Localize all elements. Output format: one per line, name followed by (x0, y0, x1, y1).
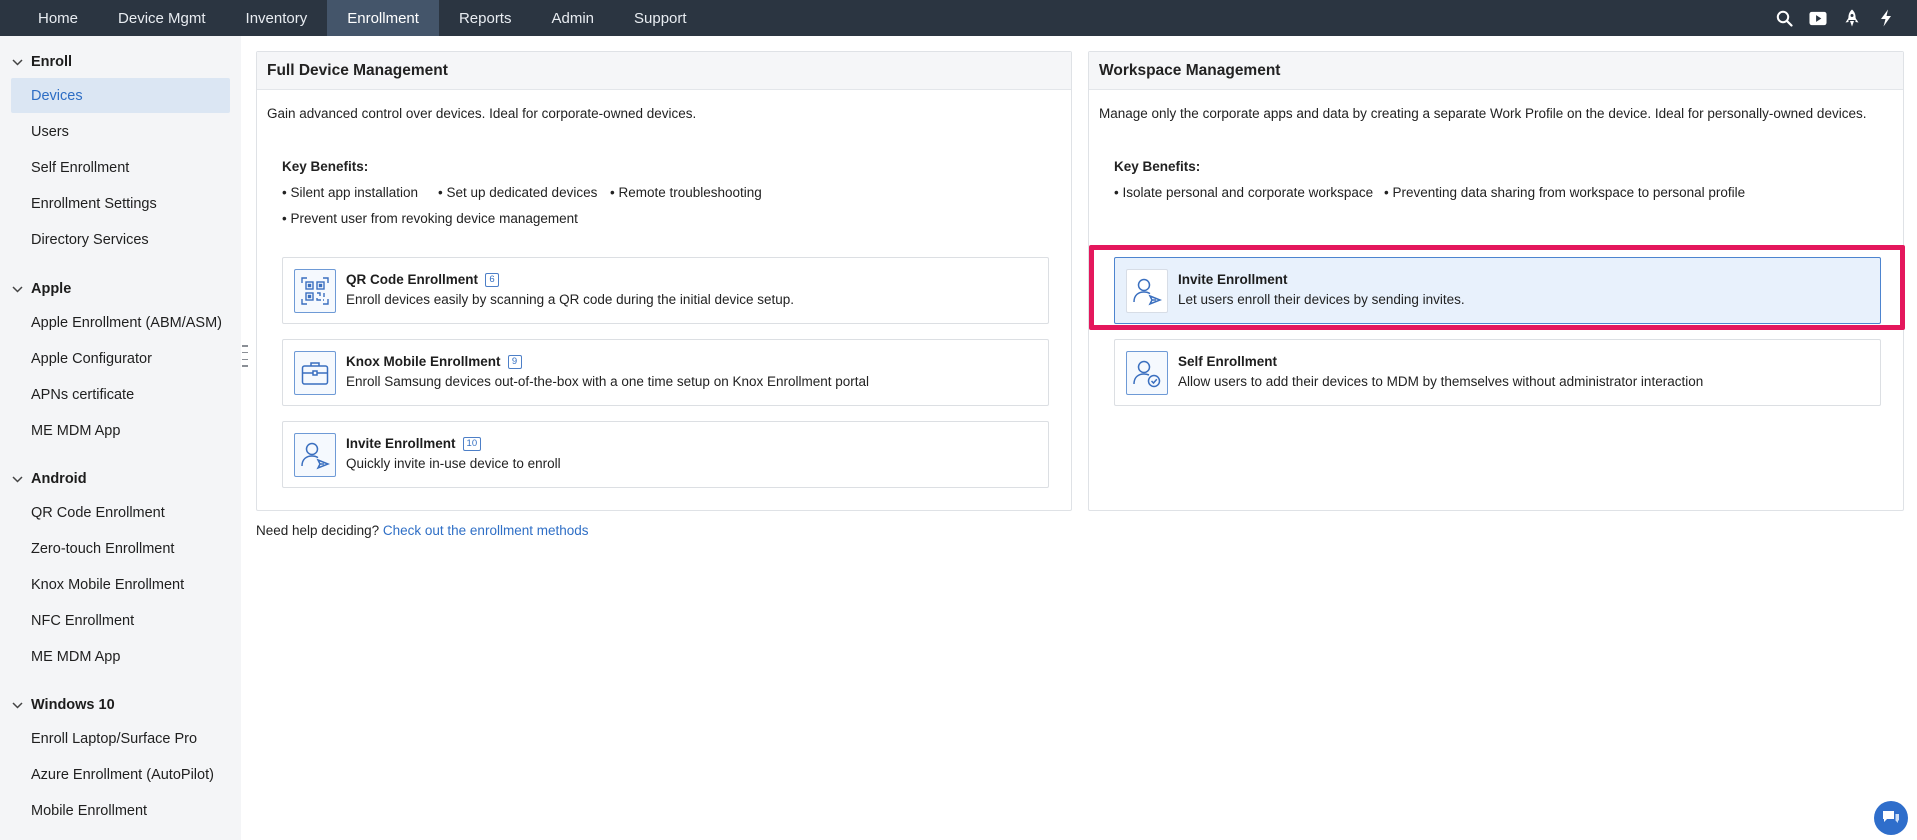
self-enrollment-card[interactable]: Self Enrollment Allow users to add their… (1114, 339, 1881, 406)
benefit-item: • Prevent user from revoking device mana… (282, 211, 578, 226)
sidebar-item-qr-code-enrollment[interactable]: QR Code Enrollment (11, 495, 230, 530)
sidebar-group-apple[interactable]: Apple (12, 281, 71, 297)
nav-admin[interactable]: Admin (531, 0, 614, 36)
chevron-down-icon (12, 701, 23, 709)
sidebar-item-apple-configurator[interactable]: Apple Configurator (11, 341, 230, 376)
full-device-management-panel: Full Device Management Gain advanced con… (256, 51, 1072, 511)
sidebar-item-enroll-laptop[interactable]: Enroll Laptop/Surface Pro (11, 721, 230, 756)
count-badge: 10 (462, 436, 482, 451)
sidebar-item-self-enrollment[interactable]: Self Enrollment (11, 150, 230, 185)
workspace-management-panel: Workspace Management Manage only the cor… (1088, 51, 1904, 511)
sidebar-group-label: Android (31, 471, 87, 487)
card-title-text: Invite Enrollment (1178, 272, 1288, 287)
panel-title: Workspace Management (1089, 52, 1903, 90)
workspace-invite-enrollment-card[interactable]: Invite Enrollment Let users enroll their… (1114, 257, 1881, 324)
help-text: Need help deciding? Check out the enroll… (256, 523, 589, 538)
panel-description: Gain advanced control over devices. Idea… (267, 106, 697, 121)
user-check-icon (1126, 351, 1168, 395)
top-icons (1775, 0, 1895, 36)
invite-enrollment-card[interactable]: Invite Enrollment 10 Quickly invite in-u… (282, 421, 1049, 488)
user-invite-icon (294, 433, 336, 477)
sidebar-item-enrollment-settings[interactable]: Enrollment Settings (11, 186, 230, 221)
chevron-down-icon (12, 475, 23, 483)
briefcase-icon (294, 351, 336, 395)
nav-support[interactable]: Support (614, 0, 707, 36)
sidebar-group-label: Apple (31, 281, 72, 297)
chevron-down-icon (12, 285, 23, 293)
chat-button[interactable] (1874, 801, 1908, 835)
sidebar-item-devices[interactable]: Devices (11, 78, 230, 113)
card-description: Let users enroll their devices by sendin… (1178, 292, 1465, 307)
nav-inventory[interactable]: Inventory (226, 0, 328, 36)
rocket-icon[interactable] (1843, 9, 1861, 27)
qr-code-enrollment-card[interactable]: QR Code Enrollment 6 Enroll devices easi… (282, 257, 1049, 324)
help-label: Need help deciding? (256, 523, 380, 538)
nav-reports[interactable]: Reports (439, 0, 532, 36)
sidebar-item-knox-mobile-enrollment[interactable]: Knox Mobile Enrollment (11, 567, 230, 602)
card-title-text: Knox Mobile Enrollment (346, 354, 501, 369)
sidebar-item-me-mdm-app-apple[interactable]: ME MDM App (11, 413, 230, 448)
card-title-text: Invite Enrollment (346, 436, 456, 451)
search-icon[interactable] (1775, 9, 1793, 27)
key-benefits-title: Key Benefits: (1114, 159, 1201, 174)
card-title: Invite Enrollment 10 (346, 436, 482, 451)
card-description: Allow users to add their devices to MDM … (1178, 374, 1704, 389)
sidebar-item-nfc-enrollment[interactable]: NFC Enrollment (11, 603, 230, 638)
sidebar: Enroll Devices Users Self Enrollment Enr… (0, 36, 241, 840)
chevron-down-icon (12, 58, 23, 66)
count-badge: 6 (485, 272, 500, 287)
nav-enrollment[interactable]: Enrollment (327, 0, 439, 36)
sidebar-group-windows-10[interactable]: Windows 10 (12, 697, 115, 713)
knox-mobile-enrollment-card[interactable]: Knox Mobile Enrollment 9 Enroll Samsung … (282, 339, 1049, 406)
sidebar-item-mobile-enrollment[interactable]: Mobile Enrollment (11, 793, 230, 828)
card-title: Invite Enrollment (1178, 272, 1288, 287)
sidebar-item-apns-certificate[interactable]: APNs certificate (11, 377, 230, 412)
card-description: Enroll devices easily by scanning a QR c… (346, 292, 794, 307)
enrollment-methods-link[interactable]: Check out the enrollment methods (383, 523, 589, 538)
benefit-item: • Isolate personal and corporate workspa… (1114, 185, 1374, 200)
chat-icon (1883, 811, 1899, 823)
count-badge: 9 (507, 354, 522, 369)
sidebar-item-directory-services[interactable]: Directory Services (11, 222, 230, 257)
top-navigation-bar: Home Device Mgmt Inventory Enrollment Re… (0, 0, 1917, 36)
sidebar-item-me-mdm-app-android[interactable]: ME MDM App (11, 639, 230, 674)
panel-title: Full Device Management (257, 52, 1071, 90)
sidebar-group-label: Windows 10 (31, 697, 115, 713)
benefit-item: • Preventing data sharing from workspace… (1384, 185, 1746, 200)
card-title-text: Self Enrollment (1178, 354, 1278, 369)
nav-device-mgmt[interactable]: Device Mgmt (98, 0, 226, 36)
card-title-text: QR Code Enrollment (346, 272, 479, 287)
card-description: Enroll Samsung devices out-of-the-box wi… (346, 374, 870, 389)
sidebar-item-zero-touch-enrollment[interactable]: Zero-touch Enrollment (11, 531, 230, 566)
sidebar-item-users[interactable]: Users (11, 114, 230, 149)
flash-icon[interactable] (1877, 9, 1895, 27)
key-benefits-title: Key Benefits: (282, 159, 369, 174)
nav-home[interactable]: Home (18, 0, 98, 36)
sidebar-group-android[interactable]: Android (12, 471, 87, 487)
sidebar-group-label: Enroll (31, 54, 73, 70)
panel-description: Manage only the corporate apps and data … (1099, 106, 1867, 121)
sidebar-item-apple-enrollment[interactable]: Apple Enrollment (ABM/ASM) (11, 305, 230, 340)
card-title: Self Enrollment (1178, 354, 1277, 369)
qr-code-icon (294, 269, 336, 313)
sidebar-group-enroll[interactable]: Enroll (12, 54, 72, 70)
sidebar-item-azure-enrollment[interactable]: Azure Enrollment (AutoPilot) (11, 757, 230, 792)
sidebar-resize-handle[interactable] (242, 345, 248, 367)
card-description: Quickly invite in-use device to enroll (346, 456, 561, 471)
youtube-icon[interactable] (1809, 9, 1827, 27)
benefit-item: • Remote troubleshooting (610, 185, 762, 200)
benefit-item: • Silent app installation (282, 185, 419, 200)
user-invite-icon (1126, 269, 1168, 313)
benefit-item: • Set up dedicated devices (438, 185, 598, 200)
card-title: QR Code Enrollment 6 (346, 272, 500, 287)
card-title: Knox Mobile Enrollment 9 (346, 354, 522, 369)
